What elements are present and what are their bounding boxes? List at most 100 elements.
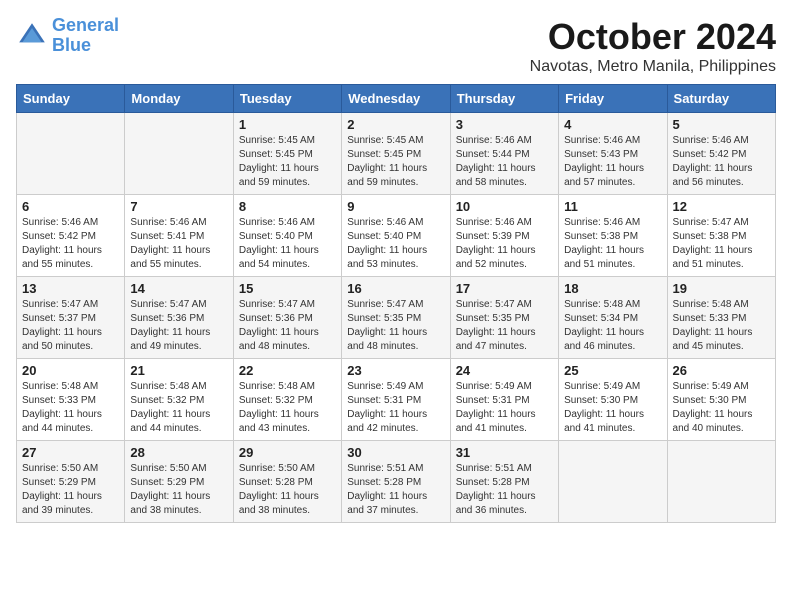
- calendar-week-row: 20 Sunrise: 5:48 AM Sunset: 5:33 PM Dayli…: [17, 359, 776, 441]
- day-detail: Sunrise: 5:50 AM Sunset: 5:29 PM Dayligh…: [130, 462, 227, 518]
- weekday-header-thursday: Thursday: [450, 85, 558, 113]
- calendar-cell: 25 Sunrise: 5:49 AM Sunset: 5:30 PM Dayli…: [559, 359, 667, 441]
- day-number: 24: [456, 363, 553, 378]
- day-detail: Sunrise: 5:47 AM Sunset: 5:36 PM Dayligh…: [130, 298, 227, 354]
- day-number: 19: [673, 281, 770, 296]
- day-detail: Sunrise: 5:46 AM Sunset: 5:43 PM Dayligh…: [564, 134, 661, 190]
- calendar-cell: 13 Sunrise: 5:47 AM Sunset: 5:37 PM Dayli…: [17, 277, 125, 359]
- weekday-header-row: SundayMondayTuesdayWednesdayThursdayFrid…: [17, 85, 776, 113]
- calendar-cell: 3 Sunrise: 5:46 AM Sunset: 5:44 PM Daylig…: [450, 113, 558, 195]
- calendar-cell: 28 Sunrise: 5:50 AM Sunset: 5:29 PM Dayli…: [125, 441, 233, 523]
- calendar-cell: 11 Sunrise: 5:46 AM Sunset: 5:38 PM Dayli…: [559, 195, 667, 277]
- day-detail: Sunrise: 5:47 AM Sunset: 5:37 PM Dayligh…: [22, 298, 119, 354]
- day-number: 7: [130, 199, 227, 214]
- day-detail: Sunrise: 5:45 AM Sunset: 5:45 PM Dayligh…: [347, 134, 444, 190]
- calendar-cell: 14Sunrise: 5:47 AM Sunset: 5:36 PM Dayli…: [125, 277, 233, 359]
- day-detail: Sunrise: 5:46 AM Sunset: 5:42 PM Dayligh…: [22, 216, 119, 272]
- day-detail: Sunrise: 5:46 AM Sunset: 5:44 PM Dayligh…: [456, 134, 553, 190]
- calendar-cell: [667, 441, 775, 523]
- day-number: 31: [456, 445, 553, 460]
- day-detail: Sunrise: 5:50 AM Sunset: 5:28 PM Dayligh…: [239, 462, 336, 518]
- calendar-cell: 17 Sunrise: 5:47 AM Sunset: 5:35 PM Dayli…: [450, 277, 558, 359]
- day-number: 12: [673, 199, 770, 214]
- calendar-cell: [559, 441, 667, 523]
- calendar-week-row: 1Sunrise: 5:45 AM Sunset: 5:45 PM Daylig…: [17, 113, 776, 195]
- calendar-cell: 15Sunrise: 5:47 AM Sunset: 5:36 PM Dayli…: [233, 277, 341, 359]
- day-detail: Sunrise: 5:46 AM Sunset: 5:40 PM Dayligh…: [239, 216, 336, 272]
- calendar-cell: 6 Sunrise: 5:46 AM Sunset: 5:42 PM Daylig…: [17, 195, 125, 277]
- calendar-cell: 31 Sunrise: 5:51 AM Sunset: 5:28 PM Dayli…: [450, 441, 558, 523]
- calendar-week-row: 13 Sunrise: 5:47 AM Sunset: 5:37 PM Dayli…: [17, 277, 776, 359]
- calendar-cell: 2 Sunrise: 5:45 AM Sunset: 5:45 PM Daylig…: [342, 113, 450, 195]
- calendar-cell: 20 Sunrise: 5:48 AM Sunset: 5:33 PM Dayli…: [17, 359, 125, 441]
- day-number: 25: [564, 363, 661, 378]
- calendar-cell: 1Sunrise: 5:45 AM Sunset: 5:45 PM Daylig…: [233, 113, 341, 195]
- calendar-cell: 8 Sunrise: 5:46 AM Sunset: 5:40 PM Daylig…: [233, 195, 341, 277]
- day-number: 26: [673, 363, 770, 378]
- day-number: 18: [564, 281, 661, 296]
- day-number: 20: [22, 363, 119, 378]
- calendar-table: SundayMondayTuesdayWednesdayThursdayFrid…: [16, 84, 776, 523]
- day-detail: Sunrise: 5:50 AM Sunset: 5:29 PM Dayligh…: [22, 462, 119, 518]
- day-number: 28: [130, 445, 227, 460]
- day-number: 2: [347, 117, 444, 132]
- calendar-cell: 7Sunrise: 5:46 AM Sunset: 5:41 PM Daylig…: [125, 195, 233, 277]
- calendar-cell: 22 Sunrise: 5:48 AM Sunset: 5:32 PM Dayli…: [233, 359, 341, 441]
- day-detail: Sunrise: 5:48 AM Sunset: 5:32 PM Dayligh…: [239, 380, 336, 436]
- day-number: 6: [22, 199, 119, 214]
- day-number: 17: [456, 281, 553, 296]
- day-detail: Sunrise: 5:46 AM Sunset: 5:40 PM Dayligh…: [347, 216, 444, 272]
- day-detail: Sunrise: 5:47 AM Sunset: 5:38 PM Dayligh…: [673, 216, 770, 272]
- day-detail: Sunrise: 5:45 AM Sunset: 5:45 PM Dayligh…: [239, 134, 336, 190]
- calendar-cell: [17, 113, 125, 195]
- day-detail: Sunrise: 5:49 AM Sunset: 5:30 PM Dayligh…: [564, 380, 661, 436]
- page-header: General Blue October 2024 Navotas, Metro…: [16, 16, 776, 76]
- day-detail: Sunrise: 5:46 AM Sunset: 5:38 PM Dayligh…: [564, 216, 661, 272]
- day-number: 4: [564, 117, 661, 132]
- day-detail: Sunrise: 5:46 AM Sunset: 5:42 PM Dayligh…: [673, 134, 770, 190]
- day-number: 30: [347, 445, 444, 460]
- day-number: 13: [22, 281, 119, 296]
- calendar-cell: 24 Sunrise: 5:49 AM Sunset: 5:31 PM Dayli…: [450, 359, 558, 441]
- weekday-header-friday: Friday: [559, 85, 667, 113]
- logo-line2: Blue: [52, 35, 91, 55]
- calendar-cell: 19Sunrise: 5:48 AM Sunset: 5:33 PM Dayli…: [667, 277, 775, 359]
- calendar-week-row: 6 Sunrise: 5:46 AM Sunset: 5:42 PM Daylig…: [17, 195, 776, 277]
- day-number: 27: [22, 445, 119, 460]
- calendar-cell: 27 Sunrise: 5:50 AM Sunset: 5:29 PM Dayli…: [17, 441, 125, 523]
- day-number: 9: [347, 199, 444, 214]
- logo-text: General Blue: [52, 16, 119, 56]
- calendar-cell: 12 Sunrise: 5:47 AM Sunset: 5:38 PM Dayli…: [667, 195, 775, 277]
- day-detail: Sunrise: 5:49 AM Sunset: 5:31 PM Dayligh…: [347, 380, 444, 436]
- day-detail: Sunrise: 5:51 AM Sunset: 5:28 PM Dayligh…: [456, 462, 553, 518]
- calendar-cell: 30 Sunrise: 5:51 AM Sunset: 5:28 PM Dayli…: [342, 441, 450, 523]
- logo: General Blue: [16, 16, 119, 56]
- day-detail: Sunrise: 5:51 AM Sunset: 5:28 PM Dayligh…: [347, 462, 444, 518]
- day-number: 5: [673, 117, 770, 132]
- day-number: 16: [347, 281, 444, 296]
- day-detail: Sunrise: 5:48 AM Sunset: 5:32 PM Dayligh…: [130, 380, 227, 436]
- calendar-cell: 4 Sunrise: 5:46 AM Sunset: 5:43 PM Daylig…: [559, 113, 667, 195]
- calendar-cell: 9 Sunrise: 5:46 AM Sunset: 5:40 PM Daylig…: [342, 195, 450, 277]
- day-detail: Sunrise: 5:47 AM Sunset: 5:36 PM Dayligh…: [239, 298, 336, 354]
- day-number: 22: [239, 363, 336, 378]
- day-detail: Sunrise: 5:48 AM Sunset: 5:33 PM Dayligh…: [22, 380, 119, 436]
- day-detail: Sunrise: 5:48 AM Sunset: 5:34 PM Dayligh…: [564, 298, 661, 354]
- day-number: 8: [239, 199, 336, 214]
- day-number: 29: [239, 445, 336, 460]
- day-number: 23: [347, 363, 444, 378]
- calendar-cell: 10Sunrise: 5:46 AM Sunset: 5:39 PM Dayli…: [450, 195, 558, 277]
- day-detail: Sunrise: 5:49 AM Sunset: 5:31 PM Dayligh…: [456, 380, 553, 436]
- calendar-cell: 26Sunrise: 5:49 AM Sunset: 5:30 PM Dayli…: [667, 359, 775, 441]
- weekday-header-saturday: Saturday: [667, 85, 775, 113]
- calendar-cell: 21Sunrise: 5:48 AM Sunset: 5:32 PM Dayli…: [125, 359, 233, 441]
- calendar-cell: 5 Sunrise: 5:46 AM Sunset: 5:42 PM Daylig…: [667, 113, 775, 195]
- location: Navotas, Metro Manila, Philippines: [530, 58, 776, 76]
- calendar-cell: 29 Sunrise: 5:50 AM Sunset: 5:28 PM Dayli…: [233, 441, 341, 523]
- day-number: 3: [456, 117, 553, 132]
- calendar-cell: [125, 113, 233, 195]
- weekday-header-monday: Monday: [125, 85, 233, 113]
- title-block: October 2024 Navotas, Metro Manila, Phil…: [530, 16, 776, 76]
- day-number: 11: [564, 199, 661, 214]
- day-detail: Sunrise: 5:47 AM Sunset: 5:35 PM Dayligh…: [456, 298, 553, 354]
